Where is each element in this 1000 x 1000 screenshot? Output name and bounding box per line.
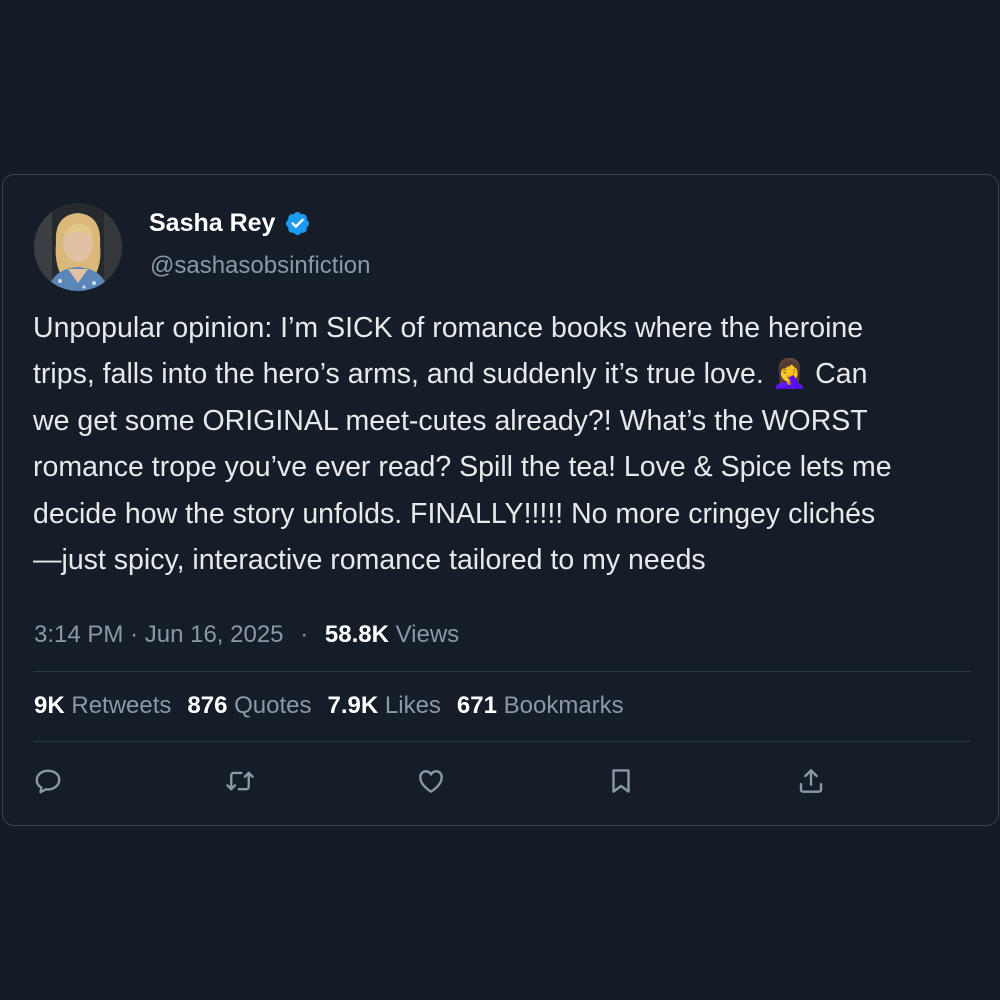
divider <box>33 671 971 672</box>
user-handle[interactable]: @sashasobsinfiction <box>150 252 370 280</box>
tweet-card: Sasha Rey @sashasobsinfiction Unpopular … <box>2 174 999 826</box>
bookmark-button[interactable] <box>605 765 637 797</box>
tweet-meta: 3:14 PM · Jun 16, 2025 · 58.8K Views <box>34 621 459 649</box>
likes-stat[interactable]: 7.9K Likes <box>328 692 441 720</box>
avatar[interactable] <box>34 203 122 291</box>
tweet-date[interactable]: Jun 16, 2025 <box>145 621 284 648</box>
verified-badge-icon <box>284 210 311 237</box>
meta-separator: · <box>300 621 309 648</box>
bookmarks-count: 671 <box>456 692 497 719</box>
quotes-stat[interactable]: 876 Quotes <box>187 692 311 720</box>
bookmark-icon <box>612 769 630 793</box>
avatar-photo <box>34 203 122 291</box>
share-button[interactable] <box>795 765 827 797</box>
views-count: 58.8K <box>324 621 389 648</box>
tweet-text: Unpopular opinion: I’m SICK of romance b… <box>33 312 892 577</box>
likes-count: 7.9K <box>327 692 379 719</box>
tweet-time[interactable]: 3:14 PM <box>34 621 123 648</box>
retweets-count: 9K <box>34 692 65 719</box>
views-label: Views <box>395 621 460 648</box>
display-name-text: Sasha Rey <box>149 209 276 237</box>
share-icon <box>799 769 823 793</box>
engagement-stats: 9K Retweets 876 Quotes 7.9K Likes 671 Bo… <box>34 692 640 720</box>
divider <box>33 741 971 742</box>
display-name[interactable]: Sasha Rey <box>149 209 311 238</box>
retweets-label: Retweets <box>71 692 172 719</box>
quotes-label: Quotes <box>234 692 312 719</box>
reply-icon <box>35 769 61 794</box>
heart-icon <box>419 770 443 793</box>
retweet-button[interactable] <box>224 765 256 797</box>
likes-label: Likes <box>384 692 441 719</box>
bookmarks-stat[interactable]: 671 Bookmarks <box>457 692 624 720</box>
bookmarks-label: Bookmarks <box>503 692 624 719</box>
retweet-icon <box>226 771 254 791</box>
quotes-count: 876 <box>187 692 228 719</box>
reply-button[interactable] <box>32 765 64 797</box>
retweets-stat[interactable]: 9K Retweets <box>34 692 171 720</box>
meta-separator: · <box>130 621 145 648</box>
like-button[interactable] <box>415 765 447 797</box>
